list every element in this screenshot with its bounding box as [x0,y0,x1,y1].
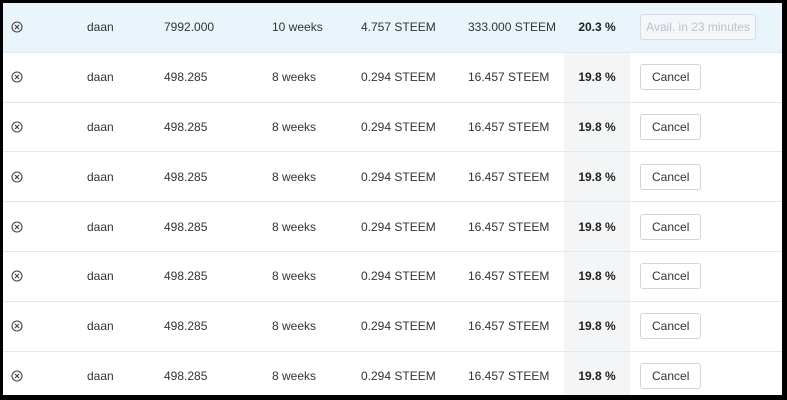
cell-interest: 0.294 STEEM [361,269,436,284]
cell-action: Cancel [640,103,702,152]
cancel-button[interactable]: Cancel [640,313,702,340]
cell-duration: 10 weeks [272,20,323,35]
loans-table: daan 7992.000 10 weeks 4.757 STEEM 333.0… [3,3,782,395]
cancel-button[interactable]: Cancel [640,263,702,290]
circle-x-icon[interactable] [11,121,23,133]
cell-amount: 498.285 [164,169,208,184]
cell-total: 16.457 STEEM [468,119,550,134]
cell-duration: 8 weeks [272,368,317,383]
row-cancel-icon-cell[interactable] [11,152,31,201]
cell-name: daan [87,219,114,234]
cell-action: Avail. in 23 minutes [640,3,756,52]
cell-name: daan [87,368,114,383]
cell-rate: 19.8 % [564,102,630,152]
row-cancel-icon-cell[interactable] [11,3,31,52]
cell-total: 16.457 STEEM [468,319,550,334]
circle-x-icon[interactable] [11,370,23,382]
cell-duration: 8 weeks [272,119,317,134]
cell-amount: 498.285 [164,70,208,85]
row-cancel-icon-cell[interactable] [11,103,31,152]
avail-button: Avail. in 23 minutes [640,14,756,41]
cell-action: Cancel [640,352,702,395]
cell-amount: 498.285 [164,119,208,134]
circle-x-icon[interactable] [11,71,23,83]
table-row: daan 498.285 8 weeks 0.294 STEEM 16.457 … [3,301,782,352]
cell-interest: 0.294 STEEM [361,70,436,85]
cell-duration: 8 weeks [272,219,317,234]
cell-rate: 19.8 % [564,202,630,251]
cell-interest: 0.294 STEEM [361,119,436,134]
cell-action: Cancel [640,302,702,351]
table-row: daan 498.285 8 weeks 0.294 STEEM 16.457 … [3,202,782,252]
row-cancel-icon-cell[interactable] [11,302,31,351]
table-row: daan 498.285 8 weeks 0.294 STEEM 16.457 … [3,102,782,153]
cell-action: Cancel [640,202,702,251]
cell-action: Cancel [640,152,702,201]
cell-rate: 19.8 % [564,52,630,102]
cancel-button[interactable]: Cancel [640,213,702,240]
cell-total: 16.457 STEEM [468,169,550,184]
cell-duration: 8 weeks [272,70,317,85]
row-cancel-icon-cell[interactable] [11,252,31,301]
table-row: daan 498.285 8 weeks 0.294 STEEM 16.457 … [3,351,782,395]
row-cancel-icon-cell[interactable] [11,352,31,395]
table-row: daan 498.285 8 weeks 0.294 STEEM 16.457 … [3,152,782,203]
cell-name: daan [87,169,114,184]
cell-amount: 7992.000 [164,20,215,35]
cell-amount: 498.285 [164,319,208,334]
cell-rate: 19.8 % [564,351,630,395]
cell-rate: 19.8 % [564,152,630,202]
cell-interest: 0.294 STEEM [361,368,436,383]
cell-rate: 19.8 % [564,251,630,301]
cell-action: Cancel [640,252,702,301]
cell-amount: 498.285 [164,219,208,234]
cell-total: 16.457 STEEM [468,269,550,284]
circle-x-icon[interactable] [11,21,23,33]
cancel-button[interactable]: Cancel [640,163,702,190]
cell-action: Cancel [640,53,702,102]
cell-duration: 8 weeks [272,269,317,284]
cell-total: 16.457 STEEM [468,219,550,234]
cell-interest: 0.294 STEEM [361,219,436,234]
cell-name: daan [87,269,114,284]
cell-interest: 0.294 STEEM [361,169,436,184]
table-row: daan 498.285 8 weeks 0.294 STEEM 16.457 … [3,52,782,103]
circle-x-icon[interactable] [11,221,23,233]
table-row: daan 7992.000 10 weeks 4.757 STEEM 333.0… [3,3,782,53]
table-row: daan 498.285 8 weeks 0.294 STEEM 16.457 … [3,251,782,302]
cell-duration: 8 weeks [272,319,317,334]
cancel-button[interactable]: Cancel [640,64,702,91]
cell-interest: 4.757 STEEM [361,20,436,35]
cell-rate: 20.3 % [578,20,616,35]
cancel-button[interactable]: Cancel [640,113,702,140]
cell-name: daan [87,20,114,35]
cell-name: daan [87,319,114,334]
row-cancel-icon-cell[interactable] [11,202,31,251]
cell-total: 333.000 STEEM [468,20,557,35]
circle-x-icon[interactable] [11,320,23,332]
cancel-button[interactable]: Cancel [640,362,702,389]
cell-total: 16.457 STEEM [468,368,550,383]
circle-x-icon[interactable] [11,171,23,183]
cell-name: daan [87,70,114,85]
cell-duration: 8 weeks [272,169,317,184]
cell-amount: 498.285 [164,368,208,383]
screenshot-frame: daan 7992.000 10 weeks 4.757 STEEM 333.0… [3,3,782,395]
cell-total: 16.457 STEEM [468,70,550,85]
cell-amount: 498.285 [164,269,208,284]
cell-rate: 19.8 % [564,301,630,351]
cell-name: daan [87,119,114,134]
cell-interest: 0.294 STEEM [361,319,436,334]
circle-x-icon[interactable] [11,270,23,282]
row-cancel-icon-cell[interactable] [11,53,31,102]
